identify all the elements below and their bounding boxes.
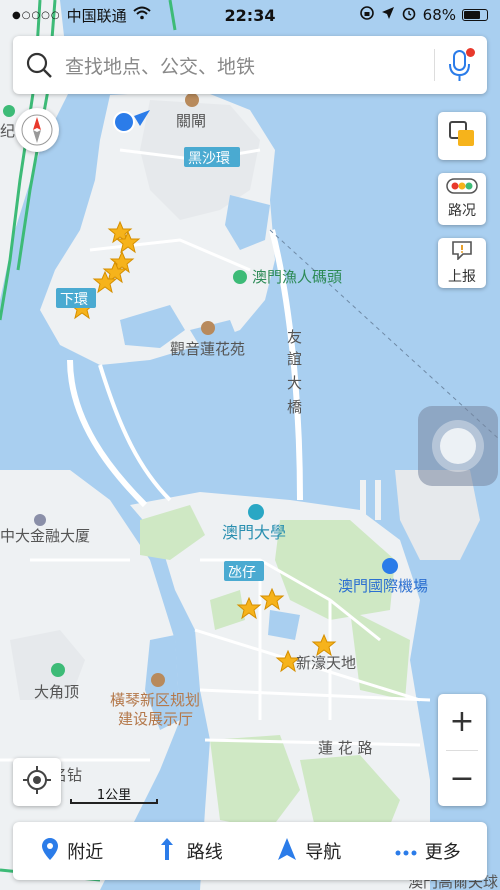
label-airport: 澳門國際機場 <box>338 577 428 595</box>
layers-icon <box>448 120 476 152</box>
label-taipa: 氹仔 <box>228 565 256 581</box>
navigate-button[interactable]: 导航 <box>250 837 369 866</box>
poi-icon-zhongda <box>34 514 46 526</box>
nearby-button[interactable]: 附近 <box>13 837 132 866</box>
poi-icon-dajiao <box>51 663 65 677</box>
traffic-button[interactable]: 路况 <box>438 173 486 225</box>
more-button[interactable]: 更多 <box>369 838 488 864</box>
battery-icon <box>462 9 488 21</box>
traffic-label: 路况 <box>448 203 476 219</box>
battery-percent: 68% <box>422 6 456 24</box>
compass-icon[interactable] <box>15 108 59 152</box>
route-label: 路线 <box>186 842 223 863</box>
label-dajiao: 大角顶 <box>34 683 79 701</box>
bottom-nav: 附近 路线 导航 更多 <box>13 822 487 880</box>
assistive-touch-button[interactable] <box>418 406 498 486</box>
report-button[interactable]: 上报 <box>438 238 486 288</box>
label-xinhao: 新濠天地 <box>296 654 356 672</box>
label-guanzha: 關閘 <box>176 112 206 130</box>
more-label: 更多 <box>424 842 461 863</box>
label-bridge-1: 友 <box>287 328 302 346</box>
label-heishahuan: 黑沙環 <box>188 151 230 167</box>
poi-icon-guanyin <box>201 321 215 335</box>
label-guanyin: 觀音蓮花苑 <box>170 340 245 358</box>
signal-dots-icon: ●○○○○ <box>12 9 61 21</box>
clock: 22:34 <box>224 5 276 25</box>
poi-icon-airport <box>382 558 398 574</box>
route-button[interactable]: 路线 <box>132 837 251 866</box>
report-icon <box>451 240 473 264</box>
locate-button[interactable] <box>13 758 61 806</box>
label-ji: 纪 <box>0 122 15 140</box>
label-zhongda: 中大金融大厦 <box>0 527 90 545</box>
search-divider <box>434 49 435 81</box>
label-bridge-3: 大 <box>287 374 302 392</box>
zoom-out-button[interactable]: − <box>438 751 486 807</box>
report-label: 上报 <box>448 269 476 285</box>
status-bar: ●○○○○ 中国联通 22:34 68% <box>0 0 500 30</box>
pin-icon <box>41 837 59 866</box>
rotation-lock-icon <box>359 5 375 25</box>
label-lianhua: 蓮 花 路 <box>318 739 373 757</box>
search-icon <box>25 51 53 79</box>
assistive-touch-core <box>440 428 476 464</box>
navigate-label: 导航 <box>305 842 342 863</box>
poi-icon-university <box>248 504 264 520</box>
poi-icon-guanzha <box>185 93 199 107</box>
label-hengqin-2: 建设展示厅 <box>118 710 193 728</box>
assistive-touch-ring <box>432 420 484 472</box>
carrier-label: 中国联通 <box>66 6 127 25</box>
current-location-dot <box>113 111 135 133</box>
route-arrow-icon <box>159 837 179 866</box>
alarm-icon <box>401 5 417 25</box>
notification-dot <box>466 48 475 57</box>
traffic-light-icon <box>446 178 478 198</box>
zoom-control: + − <box>438 694 486 806</box>
scale-bar-line <box>70 799 158 804</box>
poi-icon-ji <box>3 105 15 117</box>
label-bridge-2: 誼 <box>287 350 302 368</box>
label-bridge-4: 橋 <box>287 398 302 416</box>
label-university: 澳門大學 <box>222 523 286 542</box>
poi-icon-hengqin <box>151 673 165 687</box>
locate-icon <box>22 765 52 799</box>
label-fisherman: 澳門漁人碼頭 <box>252 268 342 286</box>
search-input[interactable]: 查找地点、公交、地铁 <box>65 52 434 79</box>
layers-button[interactable] <box>438 112 486 160</box>
search-bar[interactable]: 查找地点、公交、地铁 <box>13 36 487 94</box>
location-arrow-icon <box>381 6 395 24</box>
label-hengqin-1: 橫琴新区规划 <box>110 691 200 709</box>
scale-bar: 1公里 <box>70 784 158 806</box>
navigation-arrow-icon <box>277 837 297 866</box>
microphone-icon[interactable] <box>445 48 475 82</box>
poi-icon-fisherman <box>233 270 247 284</box>
label-xiahuan: 下環 <box>60 292 88 308</box>
wifi-icon <box>132 6 151 24</box>
dots-icon <box>395 841 417 862</box>
nearby-label: 附近 <box>67 842 104 863</box>
zoom-in-button[interactable]: + <box>438 694 486 750</box>
